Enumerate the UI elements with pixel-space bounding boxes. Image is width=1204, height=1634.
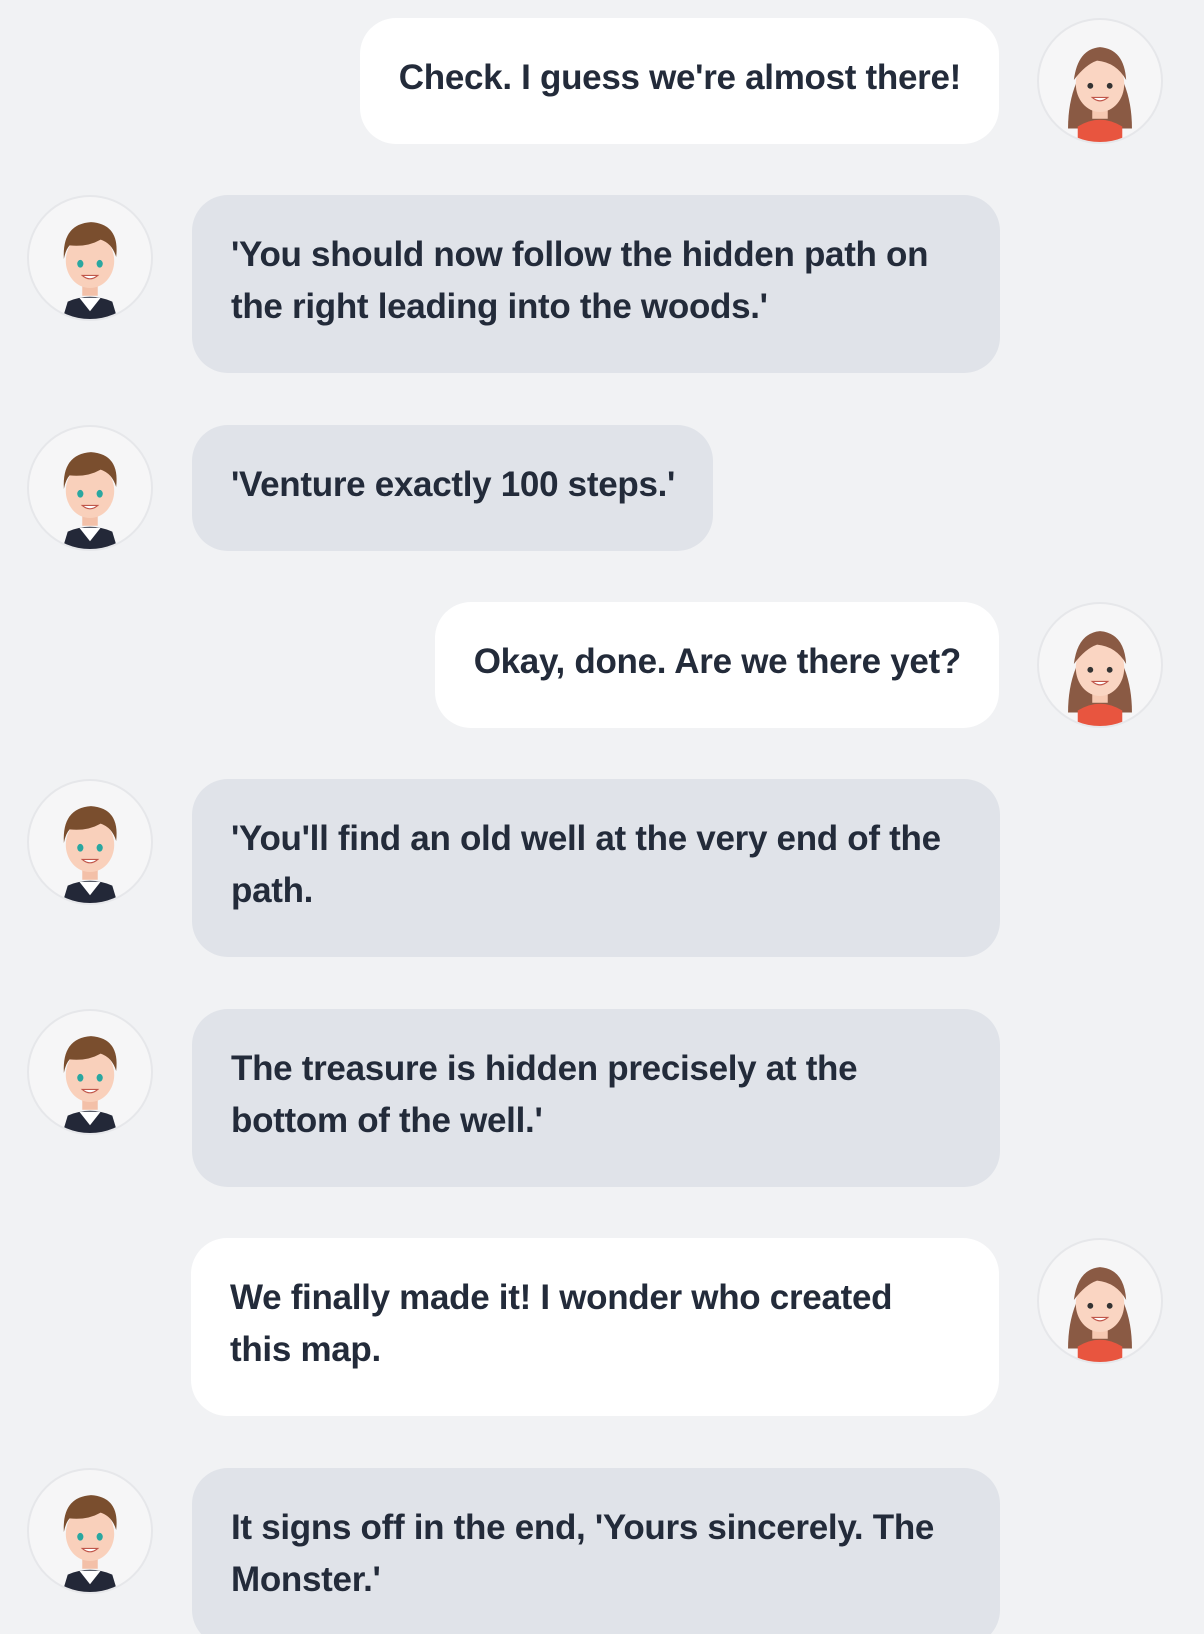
girl-avatar-icon [1037,18,1163,144]
girl-avatar-icon [1068,631,1132,726]
boy-avatar-icon [27,195,153,321]
message-bubble: 'Venture exactly 100 steps.' [192,425,714,551]
boy-avatar-icon [62,806,118,903]
message-text: The treasure is hidden precisely at the … [231,1049,858,1140]
girl-avatar-icon [1068,47,1132,142]
message-bubble: It signs off in the end, 'Yours sincerel… [192,1468,1000,1634]
message-text: 'You'll find an old well at the very end… [231,819,941,910]
message-row: The treasure is hidden precisely at the … [0,1009,1204,1187]
message-row: 'Venture exactly 100 steps.' [0,425,1204,551]
boy-avatar-icon [27,779,153,905]
message-text: 'You should now follow the hidden path o… [231,235,929,326]
message-bubble: Check. I guess we're almost there! [359,18,999,144]
message-row: We finally made it! I wonder who created… [0,1238,1204,1416]
message-bubble: Okay, done. Are we there yet? [434,602,999,728]
girl-avatar-icon [1037,602,1163,728]
message-bubble: The treasure is hidden precisely at the … [192,1009,1000,1187]
boy-avatar-icon [27,425,153,551]
boy-avatar-icon [27,1468,153,1594]
message-text: It signs off in the end, 'Yours sincerel… [231,1508,935,1599]
message-row: 'You'll find an old well at the very end… [0,779,1204,957]
boy-avatar-icon [62,452,118,549]
message-bubble: 'You'll find an old well at the very end… [192,779,1000,957]
message-row: 'You should now follow the hidden path o… [0,195,1204,373]
message-bubble: 'You should now follow the hidden path o… [192,195,1000,373]
chat-thread: Check. I guess we're almost there! 'You … [0,0,1204,1634]
girl-avatar-icon [1037,1238,1163,1364]
message-row: It signs off in the end, 'Yours sincerel… [0,1468,1204,1634]
boy-avatar-icon [62,1495,118,1592]
boy-avatar-icon [62,222,118,319]
message-bubble: We finally made it! I wonder who created… [191,1238,999,1416]
boy-avatar-icon [62,1036,118,1133]
message-row: Okay, done. Are we there yet? [0,602,1204,728]
message-text: 'Venture exactly 100 steps.' [231,465,676,504]
girl-avatar-icon [1068,1267,1132,1362]
message-text: We finally made it! I wonder who created… [230,1278,893,1369]
boy-avatar-icon [27,1009,153,1135]
message-row: Check. I guess we're almost there! [0,18,1204,144]
message-text: Check. I guess we're almost there! [398,58,962,97]
message-text: Okay, done. Are we there yet? [473,642,962,681]
